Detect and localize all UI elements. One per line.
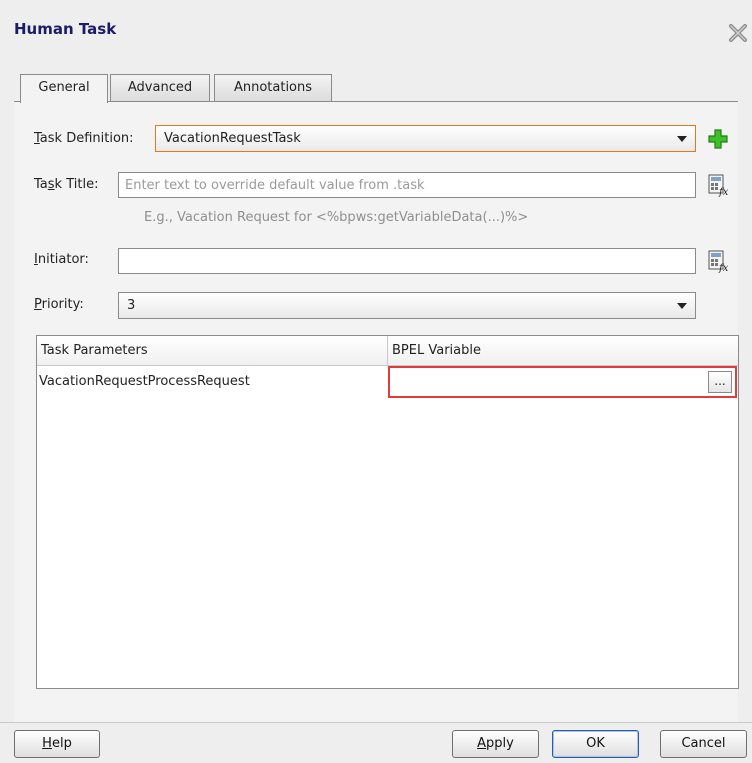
task-definition-select[interactable]: VacationRequestTask	[155, 125, 696, 152]
add-icon[interactable]	[707, 128, 729, 150]
tab-advanced-label: Advanced	[127, 80, 193, 95]
svg-text:fx: fx	[718, 263, 729, 273]
tab-advanced[interactable]: Advanced	[110, 74, 210, 101]
tab-general[interactable]: General	[20, 74, 108, 103]
tab-general-label: General	[38, 80, 90, 95]
dialog-title: Human Task	[14, 20, 117, 38]
svg-text:fx: fx	[718, 187, 729, 197]
initiator-input[interactable]	[118, 248, 696, 274]
initiator-label: Initiator:	[34, 252, 89, 267]
chevron-down-icon	[677, 303, 687, 309]
ok-button[interactable]: OK	[552, 730, 639, 758]
expression-builder-icon[interactable]: fx	[707, 173, 729, 197]
priority-label: Priority:	[34, 297, 84, 312]
tab-annotations[interactable]: Annotations	[214, 74, 332, 101]
apply-button[interactable]: Apply	[452, 730, 539, 758]
priority-value: 3	[127, 298, 136, 313]
help-button[interactable]: Help	[14, 730, 100, 758]
cancel-button[interactable]: Cancel	[660, 730, 747, 758]
priority-select[interactable]: 3	[118, 292, 696, 319]
browse-variable-button[interactable]: ...	[708, 371, 732, 393]
task-parameters-table: Task Parameters BPEL Variable VacationRe…	[36, 335, 739, 689]
task-definition-label: Task Definition:	[34, 131, 134, 146]
column-header-task-parameters[interactable]: Task Parameters	[37, 336, 388, 366]
task-title-input[interactable]: Enter text to override default value fro…	[118, 172, 696, 198]
task-parameter-cell: VacationRequestProcessRequest	[39, 374, 250, 389]
task-title-label: Task Title:	[34, 177, 99, 192]
chevron-down-icon	[677, 136, 687, 142]
bpel-variable-cell[interactable]: ...	[388, 366, 737, 398]
close-icon[interactable]	[727, 22, 749, 44]
expression-builder-icon[interactable]: fx	[707, 249, 729, 273]
task-definition-value: VacationRequestTask	[164, 131, 301, 146]
table-row[interactable]: VacationRequestProcessRequest	[37, 367, 388, 397]
footer-divider	[0, 722, 752, 723]
column-header-bpel-variable[interactable]: BPEL Variable	[388, 336, 738, 366]
task-title-hint: E.g., Vacation Request for <%bpws:getVar…	[144, 210, 529, 225]
tab-annotations-label: Annotations	[233, 80, 313, 95]
task-title-placeholder: Enter text to override default value fro…	[125, 178, 425, 193]
